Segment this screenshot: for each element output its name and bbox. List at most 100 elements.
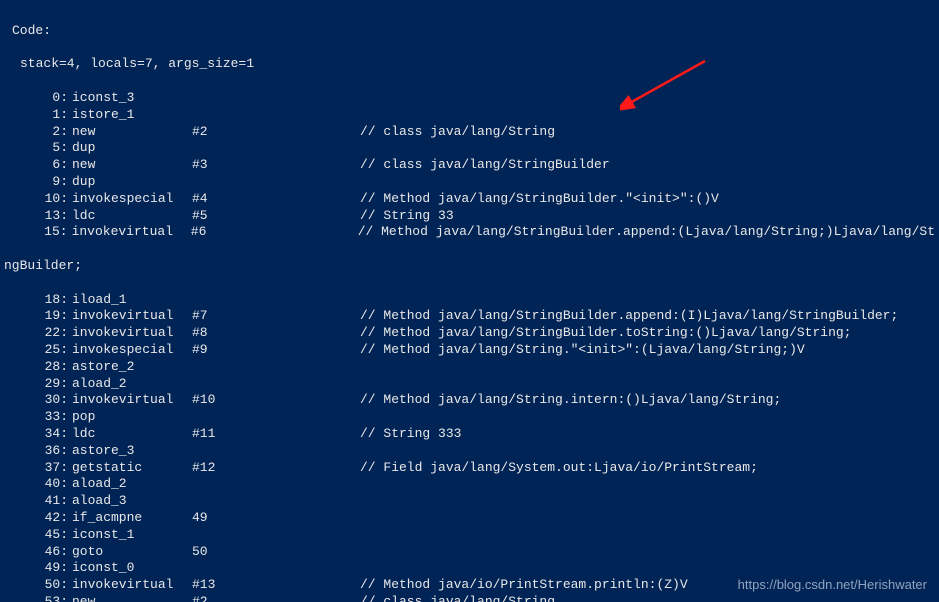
opcode: aload_2 bbox=[72, 476, 192, 493]
operand: #7 bbox=[192, 308, 360, 325]
operand bbox=[192, 527, 360, 544]
bytecode-line: 25:invokespecial#9// Method java/lang/St… bbox=[4, 342, 935, 359]
offset: 5: bbox=[4, 140, 72, 157]
comment: // Method java/lang/String.intern:()Ljav… bbox=[360, 392, 781, 409]
bytecode-line: 6:new#3// class java/lang/StringBuilder bbox=[4, 157, 935, 174]
bytecode-line: 40:aload_2 bbox=[4, 476, 935, 493]
operand: #9 bbox=[192, 342, 360, 359]
offset: 33: bbox=[4, 409, 72, 426]
operand bbox=[192, 493, 360, 510]
opcode: ldc bbox=[72, 426, 192, 443]
operand: #6 bbox=[191, 224, 358, 241]
opcode: new bbox=[72, 594, 192, 602]
code-label: Code: bbox=[4, 23, 51, 38]
offset: 28: bbox=[4, 359, 72, 376]
wrap-text: ngBuilder; bbox=[4, 258, 82, 273]
operand bbox=[192, 376, 360, 393]
opcode: aload_3 bbox=[72, 493, 192, 510]
opcode: invokespecial bbox=[72, 191, 192, 208]
offset: 1: bbox=[4, 107, 72, 124]
operand bbox=[192, 560, 360, 577]
comment: // Method java/lang/StringBuilder.toStri… bbox=[360, 325, 851, 342]
operand bbox=[192, 174, 360, 191]
bytecode-line: 5:dup bbox=[4, 140, 935, 157]
opcode: iload_1 bbox=[72, 292, 192, 309]
bytecode-line: 13:ldc#5// String 33 bbox=[4, 208, 935, 225]
offset: 34: bbox=[4, 426, 72, 443]
opcode: dup bbox=[72, 174, 192, 191]
bytecode-line: 34:ldc#11// String 333 bbox=[4, 426, 935, 443]
offset: 13: bbox=[4, 208, 72, 225]
offset: 29: bbox=[4, 376, 72, 393]
operand: #3 bbox=[192, 157, 360, 174]
bytecode-output: Code: stack=4, locals=7, args_size=1 0:i… bbox=[0, 0, 939, 602]
opcode: iconst_0 bbox=[72, 560, 192, 577]
bytecode-line: 22:invokevirtual#8// Method java/lang/St… bbox=[4, 325, 935, 342]
stack-line: stack=4, locals=7, args_size=1 bbox=[4, 56, 935, 73]
opcode: pop bbox=[72, 409, 192, 426]
opcode: invokevirtual bbox=[72, 325, 192, 342]
watermark: https://blog.csdn.net/Herishwater bbox=[738, 577, 927, 592]
opcode: istore_1 bbox=[72, 107, 192, 124]
bytecode-line: 9:dup bbox=[4, 174, 935, 191]
bytecode-line: 42:if_acmpne49 bbox=[4, 510, 935, 527]
operand bbox=[192, 409, 360, 426]
offset: 40: bbox=[4, 476, 72, 493]
bytecode-line: 45:iconst_1 bbox=[4, 527, 935, 544]
operand: #4 bbox=[192, 191, 360, 208]
opcode: invokevirtual bbox=[72, 224, 191, 241]
operand: #10 bbox=[192, 392, 360, 409]
comment: // class java/lang/StringBuilder bbox=[360, 157, 610, 174]
bytecode-line: 30:invokevirtual#10// Method java/lang/S… bbox=[4, 392, 935, 409]
opcode: dup bbox=[72, 140, 192, 157]
operand: 50 bbox=[192, 544, 360, 561]
opcode: new bbox=[72, 124, 192, 141]
comment: // String 333 bbox=[360, 426, 461, 443]
operand: 49 bbox=[192, 510, 360, 527]
operand bbox=[192, 359, 360, 376]
offset: 22: bbox=[4, 325, 72, 342]
bytecode-lines: 18:iload_119:invokevirtual#7// Method ja… bbox=[4, 292, 935, 602]
opcode: astore_3 bbox=[72, 443, 192, 460]
bytecode-line: 18:iload_1 bbox=[4, 292, 935, 309]
comment: // Method java/io/PrintStream.println:(Z… bbox=[360, 577, 688, 594]
bytecode-line: 28:astore_2 bbox=[4, 359, 935, 376]
operand: #12 bbox=[192, 460, 360, 477]
comment: // Field java/lang/System.out:Ljava/io/P… bbox=[360, 460, 758, 477]
opcode: invokevirtual bbox=[72, 392, 192, 409]
bytecode-line: 15:invokevirtual#6// Method java/lang/St… bbox=[4, 224, 935, 241]
offset: 18: bbox=[4, 292, 72, 309]
comment: // class java/lang/String bbox=[360, 124, 555, 141]
offset: 19: bbox=[4, 308, 72, 325]
offset: 6: bbox=[4, 157, 72, 174]
comment: // class java/lang/String bbox=[360, 594, 555, 602]
comment: // String 33 bbox=[360, 208, 454, 225]
operand: #5 bbox=[192, 208, 360, 225]
opcode: getstatic bbox=[72, 460, 192, 477]
code-header: Code: bbox=[4, 23, 935, 40]
comment: // Method java/lang/StringBuilder.append… bbox=[360, 308, 898, 325]
opcode: invokespecial bbox=[72, 342, 192, 359]
bytecode-line: 1:istore_1 bbox=[4, 107, 935, 124]
offset: 30: bbox=[4, 392, 72, 409]
offset: 9: bbox=[4, 174, 72, 191]
bytecode-lines: 0:iconst_31:istore_12:new#2// class java… bbox=[4, 90, 935, 241]
stack-info: stack=4, locals=7, args_size=1 bbox=[4, 56, 254, 71]
operand: #13 bbox=[192, 577, 360, 594]
offset: 2: bbox=[4, 124, 72, 141]
bytecode-line: 36:astore_3 bbox=[4, 443, 935, 460]
opcode: invokevirtual bbox=[72, 308, 192, 325]
offset: 50: bbox=[4, 577, 72, 594]
offset: 46: bbox=[4, 544, 72, 561]
operand bbox=[192, 107, 360, 124]
comment: // Method java/lang/String."<init>":(Lja… bbox=[360, 342, 805, 359]
operand bbox=[192, 140, 360, 157]
bytecode-line: 46:goto50 bbox=[4, 544, 935, 561]
offset: 42: bbox=[4, 510, 72, 527]
offset: 45: bbox=[4, 527, 72, 544]
bytecode-line: 41:aload_3 bbox=[4, 493, 935, 510]
operand: #8 bbox=[192, 325, 360, 342]
opcode: aload_2 bbox=[72, 376, 192, 393]
offset: 36: bbox=[4, 443, 72, 460]
bytecode-line: 29:aload_2 bbox=[4, 376, 935, 393]
